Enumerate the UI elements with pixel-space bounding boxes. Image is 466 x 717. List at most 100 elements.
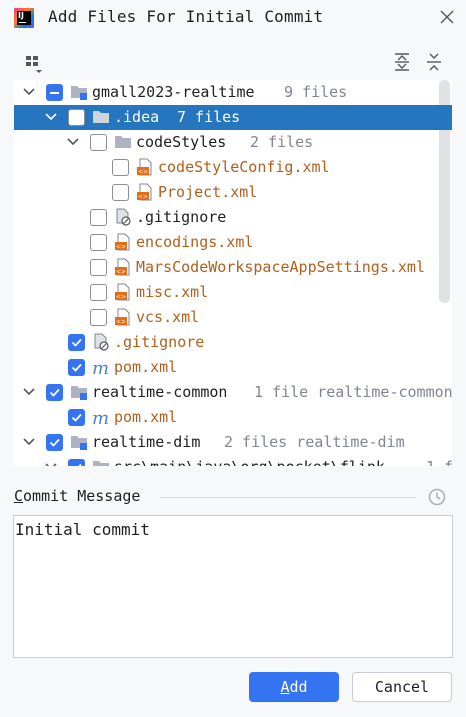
chevron-down-icon[interactable] (22, 435, 36, 449)
chevron-down-icon[interactable] (22, 385, 36, 399)
row-name: vcs.xml (136, 308, 200, 326)
row-checkbox[interactable] (112, 184, 129, 201)
tree-row-file[interactable]: m pom.xml (14, 355, 452, 380)
module-folder-icon (71, 386, 87, 400)
svg-text:<>: <> (116, 244, 126, 251)
tree-row-file[interactable]: <> vcs.xml (14, 305, 452, 330)
tree-row-module[interactable]: realtime-common 1 file realtime-common (14, 380, 452, 405)
svg-text:<>: <> (116, 269, 126, 276)
row-checkbox[interactable] (90, 259, 107, 276)
changes-tree[interactable]: gmall2023-realtime 9 files .idea 7 files… (14, 80, 452, 466)
row-name: codeStyles (136, 133, 227, 151)
intellij-logo-icon: IJ (14, 8, 34, 28)
maven-icon: m (92, 408, 109, 426)
row-name: src\main\java\org\pocket\flink (114, 458, 385, 466)
ignored-file-icon (94, 333, 109, 351)
window-title: Add Files For Initial Commit (48, 7, 324, 26)
tree-row-folder[interactable]: src\main\java\org\pocket\flink 1 f (14, 455, 452, 466)
row-checkbox[interactable] (68, 359, 85, 376)
row-checkbox[interactable] (112, 159, 129, 176)
module-folder-icon (71, 436, 87, 450)
chevron-down-icon[interactable] (44, 110, 58, 124)
tree-row-module[interactable]: gmall2023-realtime 9 files (14, 80, 452, 105)
row-count: 2 files realtime-dim (224, 433, 405, 451)
row-checkbox[interactable] (90, 134, 107, 151)
label-mnemonic: C (14, 487, 24, 505)
xml-file-icon: <> (137, 183, 152, 201)
chevron-down-icon[interactable] (44, 460, 58, 466)
svg-text:<>: <> (138, 194, 148, 201)
tree-row-file[interactable]: .gitignore (14, 330, 452, 355)
group-by-icon[interactable] (24, 52, 44, 74)
folder-icon (93, 111, 109, 123)
tree-row-file[interactable]: m pom.xml (14, 405, 452, 430)
row-checkbox[interactable] (46, 84, 63, 101)
row-checkbox[interactable] (46, 434, 63, 451)
row-checkbox[interactable] (90, 309, 107, 326)
row-checkbox[interactable] (90, 234, 107, 251)
module-folder-icon (71, 86, 87, 100)
row-name: .idea (114, 108, 160, 126)
row-count: 2 files (250, 133, 314, 151)
title-bar: IJ Add Files For Initial Commit (0, 0, 466, 36)
label-text: ommit Message (23, 487, 141, 505)
row-count: 1 f (426, 458, 452, 466)
row-checkbox[interactable] (68, 334, 85, 351)
add-button[interactable]: Add (249, 672, 339, 702)
collapse-all-icon[interactable] (424, 52, 444, 72)
row-checkbox[interactable] (68, 459, 85, 466)
row-name: .gitignore (136, 208, 227, 226)
expand-all-icon[interactable] (392, 52, 412, 72)
row-checkbox[interactable] (90, 284, 107, 301)
row-name: .gitignore (114, 333, 205, 351)
svg-text:m: m (92, 408, 109, 426)
tree-row-file[interactable]: .gitignore (14, 205, 452, 230)
tree-row-module[interactable]: realtime-dim 2 files realtime-dim (14, 430, 452, 455)
close-icon[interactable] (436, 6, 458, 28)
svg-text:<>: <> (138, 169, 148, 176)
add-label: dd (289, 678, 308, 696)
row-name: codeStyleConfig.xml (158, 158, 330, 176)
row-checkbox[interactable] (68, 409, 85, 426)
folder-icon (115, 136, 131, 148)
tree-row-folder[interactable]: .idea 7 files (14, 105, 452, 130)
row-count: 1 file realtime-common (254, 383, 452, 401)
row-name: pom.xml (114, 358, 178, 376)
ignored-file-icon (116, 208, 131, 226)
xml-file-icon: <> (137, 158, 152, 176)
cancel-button[interactable]: Cancel (352, 672, 452, 702)
xml-file-icon: <> (115, 258, 130, 276)
row-name: MarsCodeWorkspaceAppSettings.xml (136, 258, 425, 276)
svg-text:<>: <> (116, 294, 126, 301)
tree-row-file[interactable]: <> misc.xml (14, 280, 452, 305)
row-count: 9 files (284, 83, 348, 101)
row-checkbox[interactable] (90, 209, 107, 226)
xml-file-icon: <> (115, 308, 130, 326)
row-name: misc.xml (136, 283, 209, 301)
row-name: realtime-common (92, 383, 228, 401)
row-name: encodings.xml (136, 233, 254, 251)
folder-icon (93, 461, 109, 466)
commit-message-input[interactable]: Initial commit (13, 515, 453, 658)
row-checkbox[interactable] (46, 384, 63, 401)
row-name: Project.xml (158, 183, 258, 201)
row-name: pom.xml (114, 408, 178, 426)
xml-file-icon: <> (115, 283, 130, 301)
tree-row-file[interactable]: <> MarsCodeWorkspaceAppSettings.xml (14, 255, 452, 280)
tree-row-file[interactable]: <> Project.xml (14, 180, 452, 205)
tree-row-file[interactable]: <> codeStyleConfig.xml (14, 155, 452, 180)
svg-text:m: m (92, 358, 109, 376)
svg-text:<>: <> (116, 319, 126, 326)
chevron-down-icon[interactable] (66, 135, 80, 149)
xml-file-icon: <> (115, 233, 130, 251)
row-name: gmall2023-realtime (92, 83, 255, 101)
tree-row-folder[interactable]: codeStyles 2 files (14, 130, 452, 155)
commit-message-label: Commit Message (14, 487, 140, 505)
maven-icon: m (92, 358, 109, 376)
row-name: realtime-dim (92, 433, 201, 451)
tree-row-file[interactable]: <> encodings.xml (14, 230, 452, 255)
clock-icon[interactable] (427, 487, 447, 507)
row-count: 7 files (177, 108, 241, 126)
chevron-down-icon[interactable] (22, 85, 36, 99)
row-checkbox[interactable] (68, 109, 85, 126)
